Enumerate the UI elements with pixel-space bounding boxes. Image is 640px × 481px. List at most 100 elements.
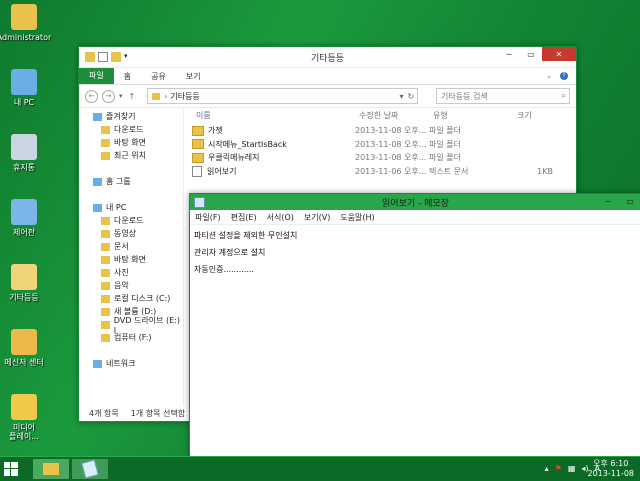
maximize-button[interactable]: ▭	[520, 47, 542, 61]
column-size[interactable]: 크기	[517, 110, 557, 121]
desktop-icon[interactable]: 메신저 센터	[0, 329, 52, 367]
minimize-button[interactable]: ─	[498, 47, 520, 61]
folder-icon	[152, 92, 161, 100]
nav-item[interactable]: 동영상	[79, 227, 183, 240]
nav-item[interactable]: 음악	[79, 279, 183, 292]
folder-icon	[43, 463, 59, 475]
notepad-window[interactable]: 읽어보기 - 메모장 ─ ▭ 파일(F) 편집(E) 서식(O) 보기(V) 도…	[189, 193, 640, 458]
maximize-button[interactable]: ▭	[619, 194, 640, 208]
tab-file[interactable]: 파일	[79, 68, 114, 84]
windows-start-icon[interactable]	[4, 462, 18, 476]
folder-icon	[101, 138, 110, 147]
notepad-titlebar[interactable]: 읽어보기 - 메모장 ─ ▭	[190, 194, 640, 210]
text-area[interactable]: 파티션 설정을 제외한 무인설치 관리자 계정으로 설치 자동인증.......…	[190, 225, 640, 280]
nav-item[interactable]: 내 PC	[79, 201, 183, 214]
nav-item-label: 사진	[114, 268, 129, 277]
desktop-icon[interactable]: 내 PC	[0, 69, 52, 107]
menu-format[interactable]: 서식(O)	[262, 212, 299, 223]
help-icon[interactable]: ?	[560, 72, 568, 80]
clock[interactable]: 오후 6:10 2013-11-08	[588, 459, 635, 479]
file-date: 2013-11-08 오후...	[355, 126, 427, 136]
chevron-up-icon[interactable]: ▴	[545, 464, 549, 473]
desktop-icon[interactable]: 제어판	[0, 199, 52, 237]
chevron-right-icon: ›	[164, 91, 168, 101]
nav-item[interactable]: 문서	[79, 240, 183, 253]
taskbar-explorer-button[interactable]	[33, 459, 69, 479]
nav-item[interactable]: 다운로드	[79, 123, 183, 136]
file-name: 우클릭메뉴레지	[208, 153, 260, 163]
table-row[interactable]: 가젯 2013-11-08 오후... 파일 폴더	[184, 124, 576, 138]
refresh-icon[interactable]: ↻	[408, 92, 415, 101]
desktop-icon-label: 미디어 플레이...	[9, 423, 39, 441]
nav-item	[79, 188, 183, 201]
recycle-bin-icon	[11, 134, 37, 160]
desktop-icon-label: Administrator	[0, 33, 52, 42]
forward-button[interactable]: →	[102, 89, 115, 103]
menu-edit[interactable]: 편집(E)	[226, 212, 262, 223]
taskbar-notepad-button[interactable]	[72, 459, 108, 479]
up-button[interactable]: ↑	[129, 92, 136, 101]
nav-item[interactable]: 네트워크	[79, 357, 183, 370]
tab-share[interactable]: 공유	[141, 71, 176, 82]
folder-icon	[101, 307, 110, 316]
nav-item[interactable]: 다운로드	[79, 214, 183, 227]
desktop-icon-label: 휴지통	[12, 163, 36, 172]
folder-icon	[101, 294, 110, 303]
search-placeholder: 기타등등 검색	[441, 91, 488, 101]
nav-item[interactable]: 사진	[79, 266, 183, 279]
nav-item[interactable]: 바탕 화면	[79, 136, 183, 149]
back-button[interactable]: ←	[85, 89, 98, 103]
explorer-titlebar[interactable]: ▾ 기타등등 ─ ▭ ✕	[79, 47, 576, 68]
column-name[interactable]: 이름	[184, 110, 359, 121]
navigation-pane: 즐겨찾기 다운로드 바탕 화면 최근 위치 홈 그룹 내 PC 다운로드 동영상 문서 바탕 화면…	[79, 106, 184, 405]
nav-item-label: 바탕 화면	[114, 138, 146, 147]
folder-icon	[101, 268, 110, 277]
nav-item[interactable]: 로컬 디스크 (C:)	[79, 292, 183, 305]
ribbon-expand-icon[interactable]: ⌄	[546, 72, 552, 80]
menu-view[interactable]: 보기(V)	[299, 212, 335, 223]
menu-bar: 파일(F) 편집(E) 서식(O) 보기(V) 도움말(H)	[190, 210, 640, 225]
folder-icon	[101, 281, 110, 290]
group-icon	[93, 112, 102, 121]
recent-locations-icon[interactable]: ▾	[119, 92, 123, 100]
nav-item[interactable]: 바탕 화면	[79, 253, 183, 266]
file-type: 파일 폴더	[429, 139, 461, 149]
nav-item-label: 홈 그룹	[106, 177, 131, 186]
desktop-icon[interactable]: 휴지통	[0, 134, 52, 172]
nav-item-label: 다운로드	[114, 216, 144, 225]
search-input[interactable]: 기타등등 검색 ⌕	[436, 88, 570, 104]
nav-item-label: 즐겨찾기	[106, 112, 136, 121]
desktop-icon[interactable]: 미디어 플레이...	[0, 394, 52, 441]
file-date: 2013-11-06 오후...	[355, 166, 427, 176]
address-bar[interactable]: › 기타등등 ▾ ↻	[147, 88, 419, 104]
desktop-icon-label: 메신저 센터	[4, 358, 44, 367]
file-name: 가젯	[208, 126, 223, 136]
nav-item[interactable]: 최근 위치	[79, 149, 183, 162]
text-line: 자동인증............	[194, 265, 254, 274]
network-icon[interactable]: ▦	[568, 464, 576, 473]
nav-item[interactable]: 홈 그룹	[79, 175, 183, 188]
user-folder-icon	[11, 4, 37, 30]
column-date[interactable]: 수정한 날짜	[359, 110, 433, 121]
folder-icon	[192, 152, 204, 163]
close-button[interactable]: ✕	[542, 47, 576, 61]
table-row[interactable]: 읽어보기 2013-11-06 오후... 텍스트 문서 1KB	[184, 165, 576, 179]
tab-home[interactable]: 홈	[114, 71, 141, 82]
tab-view[interactable]: 보기	[176, 71, 211, 82]
column-type[interactable]: 유형	[433, 110, 517, 121]
nav-item[interactable]: DVD 드라이브 (E:) I	[79, 316, 183, 335]
desktop-icon-label: 기타등등	[9, 293, 39, 302]
chevron-down-icon[interactable]: ▾	[400, 92, 404, 101]
desktop-icon-label: 내 PC	[13, 98, 35, 107]
table-row[interactable]: 우클릭메뉴레지 2013-11-08 오후... 파일 폴더	[184, 151, 576, 165]
table-row[interactable]: 시작메뉴_StartIsBack 2013-11-08 오후... 파일 폴더	[184, 138, 576, 152]
menu-file[interactable]: 파일(F)	[190, 212, 226, 223]
nav-item	[79, 344, 183, 357]
column-headers: 이름 수정한 날짜 유형 크기	[184, 106, 576, 124]
nav-item[interactable]: 즐겨찾기	[79, 110, 183, 123]
desktop-icon[interactable]: 기타등등	[0, 264, 52, 302]
menu-help[interactable]: 도움말(H)	[335, 212, 379, 223]
minimize-button[interactable]: ─	[597, 194, 619, 208]
flag-icon[interactable]: ⚑	[555, 464, 562, 473]
desktop-icon[interactable]: Administrator	[0, 4, 52, 42]
